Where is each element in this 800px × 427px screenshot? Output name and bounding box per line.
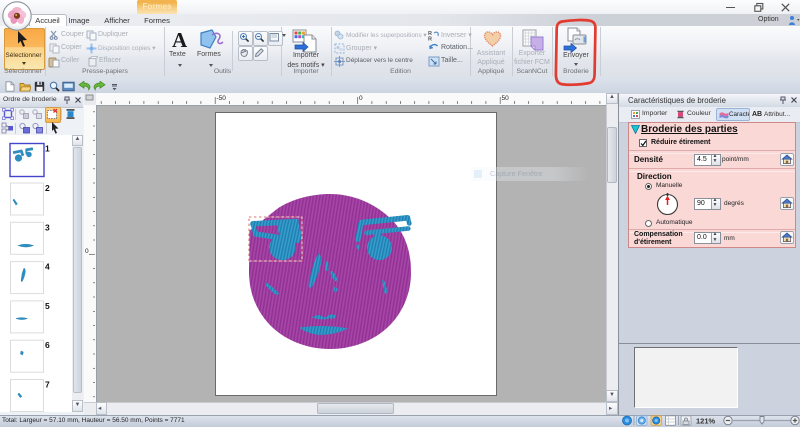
svg-text:3: 3 <box>45 222 50 232</box>
svg-text:7: 7 <box>45 380 50 390</box>
svg-text:-50: -50 <box>217 95 227 102</box>
svg-text:5: 5 <box>45 301 50 311</box>
svg-text:2: 2 <box>45 183 50 193</box>
svg-text:4: 4 <box>45 262 50 272</box>
svg-text:R: R <box>428 37 432 42</box>
svg-text:121%: 121% <box>696 417 716 426</box>
svg-text:1: 1 <box>45 144 50 154</box>
svg-text:0: 0 <box>359 95 363 102</box>
svg-text:50: 50 <box>502 95 510 102</box>
svg-text:0: 0 <box>85 248 89 255</box>
svg-text:6: 6 <box>45 340 50 350</box>
